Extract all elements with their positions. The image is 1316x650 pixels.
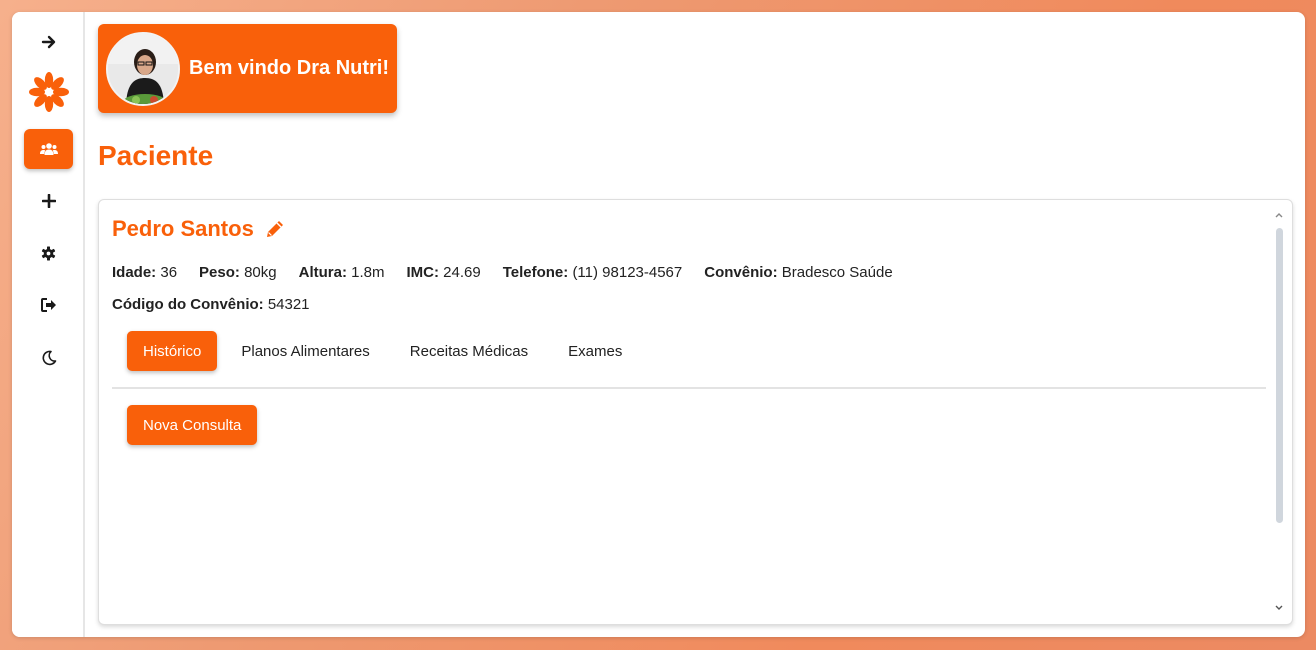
info-altura: Altura: 1.8m <box>298 264 385 281</box>
plus-icon <box>41 194 56 208</box>
patient-info-line-1: Idade: 36 Peso: 80kg Altura: 1.8m IMC: 2… <box>112 264 893 281</box>
tab-bar: Histórico Planos Alimentares Receitas Mé… <box>127 331 646 371</box>
scrollbar-thumb[interactable] <box>1276 228 1283 523</box>
main-content: Bem vindo Dra Nutri! Paciente Pedro Sant… <box>85 12 1305 637</box>
scroll-down-icon[interactable] <box>1274 603 1284 613</box>
tab-planos-alimentares[interactable]: Planos Alimentares <box>225 331 385 371</box>
tab-divider <box>112 387 1266 389</box>
pencil-icon[interactable] <box>264 218 286 240</box>
patient-name: Pedro Santos <box>112 216 254 241</box>
scrollbar[interactable] <box>1272 210 1286 615</box>
users-icon <box>39 143 58 155</box>
patient-name-row: Pedro Santos <box>112 216 286 242</box>
info-idade: Idade: 36 <box>112 264 178 281</box>
info-peso: Peso: 80kg <box>199 264 277 281</box>
app-window: Bem vindo Dra Nutri! Paciente Pedro Sant… <box>12 12 1305 637</box>
sidebar-item-add[interactable] <box>24 181 73 221</box>
welcome-text: Bem vindo Dra Nutri! <box>189 57 390 79</box>
patient-info-line-2: Código do Convênio: 54321 <box>112 296 310 313</box>
patient-card: Pedro Santos Idade: 36 Peso: 80kg Altura… <box>98 199 1293 625</box>
tab-receitas-medicas[interactable]: Receitas Médicas <box>394 331 544 371</box>
page-title: Paciente <box>98 140 214 171</box>
tab-exames[interactable]: Exames <box>552 331 638 371</box>
sidebar-item-settings[interactable] <box>24 233 73 273</box>
logo-icon <box>29 72 69 112</box>
expand-sidebar-button[interactable] <box>24 22 73 62</box>
scroll-up-icon[interactable] <box>1274 210 1284 220</box>
dark-mode-toggle[interactable] <box>24 338 73 378</box>
info-codigo-convenio: Código do Convênio: 54321 <box>112 296 310 313</box>
avatar <box>106 31 180 106</box>
info-telefone: Telefone: (11) 98123-4567 <box>502 264 683 281</box>
sidebar-item-logout[interactable] <box>24 285 73 325</box>
gear-icon <box>41 245 56 261</box>
nova-consulta-button[interactable]: Nova Consulta <box>127 405 258 445</box>
sidebar <box>12 12 85 637</box>
sign-out-icon <box>40 298 56 312</box>
arrow-right-icon <box>41 35 55 49</box>
tab-historico[interactable]: Histórico <box>127 331 218 371</box>
moon-icon <box>42 350 56 366</box>
info-imc: IMC: 24.69 <box>406 264 481 281</box>
welcome-banner: Bem vindo Dra Nutri! <box>98 24 397 113</box>
info-convenio: Convênio: Bradesco Saúde <box>704 264 893 281</box>
sidebar-item-patients[interactable] <box>24 129 73 169</box>
